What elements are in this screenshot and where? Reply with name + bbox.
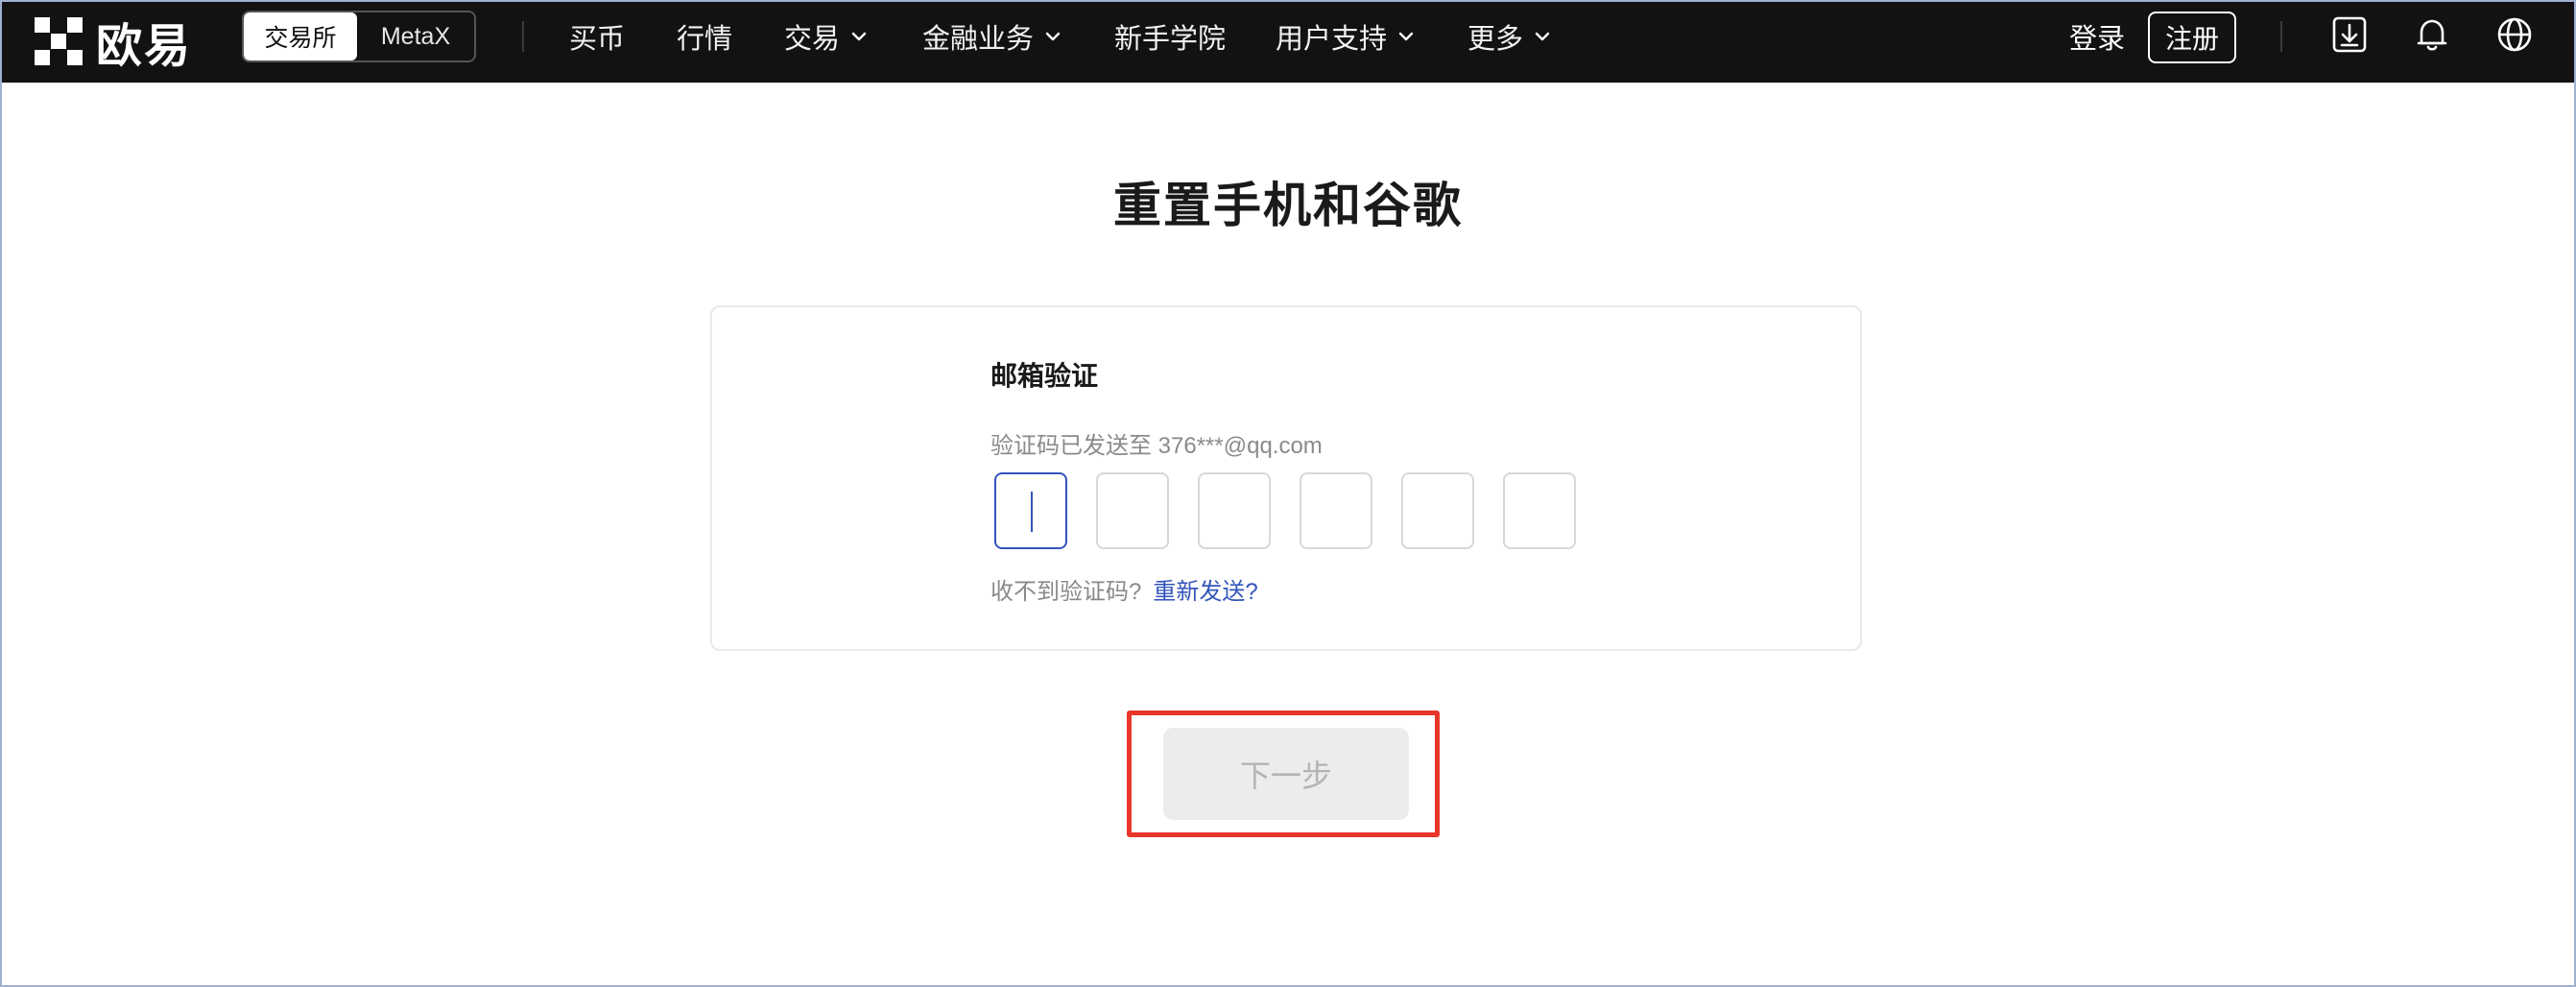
nav-item-more[interactable]: 更多	[1467, 0, 1552, 73]
nav-item-label: 交易	[784, 24, 841, 55]
segment-exchange[interactable]: 交易所	[244, 12, 357, 60]
page-title: 重置手机和谷歌	[1113, 179, 1463, 232]
code-digit-input[interactable]	[1096, 472, 1169, 549]
nav-item-label: 用户支持	[1276, 24, 1388, 55]
chevron-down-icon	[1398, 32, 1414, 41]
globe-icon[interactable]	[2493, 13, 2536, 56]
nav-item-support[interactable]: 用户支持	[1276, 0, 1416, 73]
brand-logo[interactable]: 欧易	[35, 12, 192, 72]
nav-item-label: 金融业务	[922, 24, 1035, 55]
nav-item-finance[interactable]: 金融业务	[922, 0, 1062, 73]
bell-icon[interactable]	[2411, 13, 2453, 56]
code-digit-input[interactable]	[994, 472, 1067, 549]
product-switcher: 交易所 MetaX	[242, 11, 476, 62]
resend-row: 收不到验证码? 重新发送?	[990, 572, 1258, 606]
verification-code-input	[994, 472, 1576, 549]
email-verification-card: 邮箱验证 验证码已发送至 376***@qq.com 收不到验证码? 重新发送?	[710, 305, 1862, 651]
logo-mark-icon	[35, 17, 83, 65]
nav-divider	[2280, 21, 2282, 52]
segment-metax[interactable]: MetaX	[357, 12, 474, 60]
code-sent-notice: 验证码已发送至 376***@qq.com	[990, 433, 1323, 459]
register-button[interactable]: 注册	[2148, 12, 2236, 63]
resend-link[interactable]: 重新发送?	[1153, 572, 1257, 606]
chevron-down-icon	[1045, 32, 1061, 41]
brand-name: 欧易	[96, 21, 193, 72]
nav-item-label: 买币	[569, 24, 626, 55]
resend-prompt: 收不到验证码?	[990, 579, 1142, 605]
nav-item-label: 新手学院	[1114, 24, 1227, 55]
code-digit-input[interactable]	[1503, 472, 1576, 549]
nav-item-markets[interactable]: 行情	[677, 0, 732, 73]
text-caret	[1031, 492, 1033, 532]
card-heading: 邮箱验证	[990, 361, 1099, 391]
nav-divider	[522, 21, 524, 52]
nav-item-academy[interactable]: 新手学院	[1114, 0, 1226, 73]
top-navbar: 欧易 交易所 MetaX 买币 行情 交易 金融业务 新手学院 用户支持 更多 …	[0, 0, 2576, 83]
nav-item-trade[interactable]: 交易	[784, 0, 869, 73]
code-digit-input[interactable]	[1401, 472, 1474, 549]
login-link[interactable]: 登录	[2069, 0, 2125, 73]
nav-item-label: 更多	[1467, 24, 1524, 55]
chevron-down-icon	[1535, 32, 1550, 41]
code-digit-input[interactable]	[1300, 472, 1372, 549]
code-digit-input[interactable]	[1198, 472, 1271, 549]
highlight-box	[1127, 710, 1440, 837]
chevron-down-icon	[851, 32, 867, 41]
download-icon[interactable]	[2328, 13, 2371, 56]
nav-item-buy-crypto[interactable]: 买币	[569, 0, 625, 73]
nav-item-label: 行情	[677, 24, 733, 55]
